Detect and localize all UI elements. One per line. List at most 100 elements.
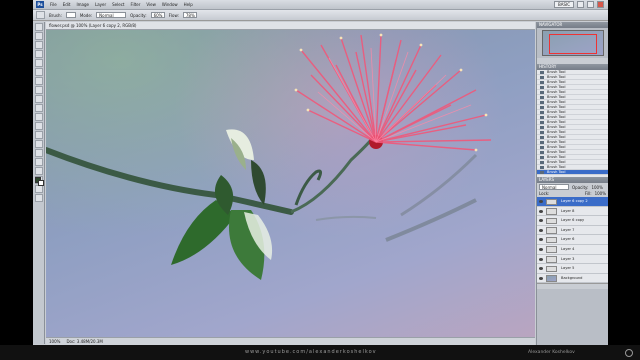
- brush-icon: [540, 141, 544, 144]
- brush-icon: [540, 116, 544, 119]
- brush-icon: [540, 96, 544, 99]
- layer-row-selected[interactable]: Layer 6 copy 2: [537, 197, 608, 207]
- marquee-tool-icon[interactable]: [35, 32, 43, 40]
- blend-mode-select[interactable]: Normal: [539, 184, 569, 190]
- flow-field[interactable]: 78%: [182, 12, 197, 18]
- brush-icon: [540, 151, 544, 154]
- layer-row[interactable]: Layer 7: [537, 226, 608, 236]
- menu-select[interactable]: Select: [112, 2, 124, 7]
- visibility-eye-icon[interactable]: [539, 257, 543, 261]
- brush-icon: [540, 136, 544, 139]
- layer-row[interactable]: Layer 6 copy: [537, 216, 608, 226]
- layer-thumbnail: [546, 265, 557, 273]
- brush-icon: [540, 71, 544, 74]
- dodge-tool-icon[interactable]: [35, 140, 43, 148]
- background-color-swatch[interactable]: [38, 180, 44, 186]
- visibility-eye-icon[interactable]: [539, 219, 543, 223]
- eyedropper-tool-icon[interactable]: [35, 68, 43, 76]
- fill-value[interactable]: 100%: [595, 191, 606, 196]
- minimize-button[interactable]: [577, 1, 584, 8]
- brush-icon: [540, 161, 544, 164]
- history-item-current[interactable]: Brush Tool: [537, 170, 608, 175]
- status-bar: 100% Doc: 3.48M/20.3M: [46, 337, 535, 345]
- menu-file[interactable]: File: [50, 2, 57, 7]
- menu-filter[interactable]: Filter: [130, 2, 140, 7]
- brush-tool-icon[interactable]: [35, 86, 43, 94]
- menu-image[interactable]: Image: [76, 2, 89, 7]
- brush-icon: [540, 121, 544, 124]
- brush-icon: [540, 126, 544, 129]
- toolbox: [33, 22, 45, 344]
- blur-tool-icon[interactable]: [35, 131, 43, 139]
- layer-row[interactable]: Layer 6: [537, 235, 608, 245]
- layer-list: Layer 6 copy 2 Layer 8 Layer 6 copy Laye…: [537, 197, 608, 284]
- navigator-panel-header[interactable]: NAVIGATOR: [537, 22, 608, 28]
- menu-layer[interactable]: Layer: [95, 2, 106, 7]
- pen-tool-icon[interactable]: [35, 149, 43, 157]
- author-credit: Alexander Koshelkov: [528, 350, 575, 355]
- brush-icon: [540, 166, 544, 169]
- brush-size-picker[interactable]: [65, 12, 76, 18]
- layer-thumbnail: [546, 236, 557, 244]
- move-tool-icon[interactable]: [35, 23, 43, 31]
- path-select-tool-icon[interactable]: [35, 167, 43, 175]
- clone-tool-icon[interactable]: [35, 95, 43, 103]
- navigator-thumbnail[interactable]: [542, 30, 604, 56]
- brush-tool-preset-icon[interactable]: [36, 11, 45, 19]
- menu-help[interactable]: Help: [184, 2, 193, 7]
- workspace-switcher[interactable]: BASIC: [554, 1, 574, 8]
- visibility-eye-icon[interactable]: [539, 247, 543, 251]
- shadow-stem-3: [315, 215, 377, 221]
- maximize-button[interactable]: [587, 1, 594, 8]
- brush-icon: [540, 91, 544, 94]
- visibility-eye-icon[interactable]: [539, 276, 543, 280]
- layer-controls: Normal Opacity: 100% Lock: Fill: 100%: [537, 183, 608, 197]
- zoom-readout[interactable]: 100%: [49, 338, 60, 345]
- layer-row-background[interactable]: Background: [537, 274, 608, 284]
- document-canvas[interactable]: [46, 30, 535, 337]
- quick-select-tool-icon[interactable]: [35, 50, 43, 58]
- doc-size-readout: Doc: 3.48M/20.3M: [66, 339, 103, 344]
- history-brush-tool-icon[interactable]: [35, 104, 43, 112]
- menu-window[interactable]: Window: [162, 2, 178, 7]
- visibility-eye-icon[interactable]: [539, 238, 543, 242]
- zoom-tool-icon[interactable]: [35, 194, 43, 202]
- fill-label: Fill:: [584, 190, 592, 196]
- visibility-eye-icon[interactable]: [539, 209, 543, 213]
- brush-icon: [540, 131, 544, 134]
- brush-icon: [540, 106, 544, 109]
- visibility-eye-icon[interactable]: [539, 228, 543, 232]
- visibility-eye-icon[interactable]: [539, 267, 543, 271]
- visibility-eye-icon[interactable]: [539, 200, 543, 203]
- eraser-tool-icon[interactable]: [35, 113, 43, 121]
- brush-icon: [540, 81, 544, 84]
- layer-opacity-value[interactable]: 100%: [591, 185, 602, 190]
- layer-row[interactable]: Layer 5: [537, 264, 608, 274]
- painting: [46, 33, 492, 280]
- healing-tool-icon[interactable]: [35, 77, 43, 85]
- hand-tool-icon[interactable]: [35, 185, 43, 193]
- leaf-dark: [251, 160, 266, 205]
- lasso-tool-icon[interactable]: [35, 41, 43, 49]
- opacity-label: Opacity:: [130, 12, 147, 18]
- layer-thumbnail: [546, 217, 557, 225]
- document-tab[interactable]: flower.psd @ 100% (Layer 6 copy 2, RGB/8…: [46, 22, 535, 30]
- menu-view[interactable]: View: [146, 2, 156, 7]
- crop-tool-icon[interactable]: [35, 59, 43, 67]
- brush-icon: [540, 111, 544, 114]
- gradient-tool-icon[interactable]: [35, 122, 43, 130]
- type-tool-icon[interactable]: [35, 158, 43, 166]
- layer-row[interactable]: Layer 3: [537, 255, 608, 265]
- layer-thumbnail: [546, 208, 557, 215]
- menu-edit[interactable]: Edit: [63, 2, 71, 7]
- layer-row[interactable]: Layer 4: [537, 245, 608, 255]
- opacity-field[interactable]: 60%: [150, 12, 165, 18]
- mode-select[interactable]: Normal: [96, 12, 127, 18]
- copyright-icon: [625, 349, 633, 357]
- navigator-view-box[interactable]: [549, 34, 597, 54]
- close-button[interactable]: [597, 1, 604, 8]
- layer-opacity-label: Opacity:: [572, 184, 589, 190]
- brush-icon: [540, 171, 544, 174]
- layer-row[interactable]: Layer 8: [537, 207, 608, 217]
- flower-stem: [290, 139, 373, 214]
